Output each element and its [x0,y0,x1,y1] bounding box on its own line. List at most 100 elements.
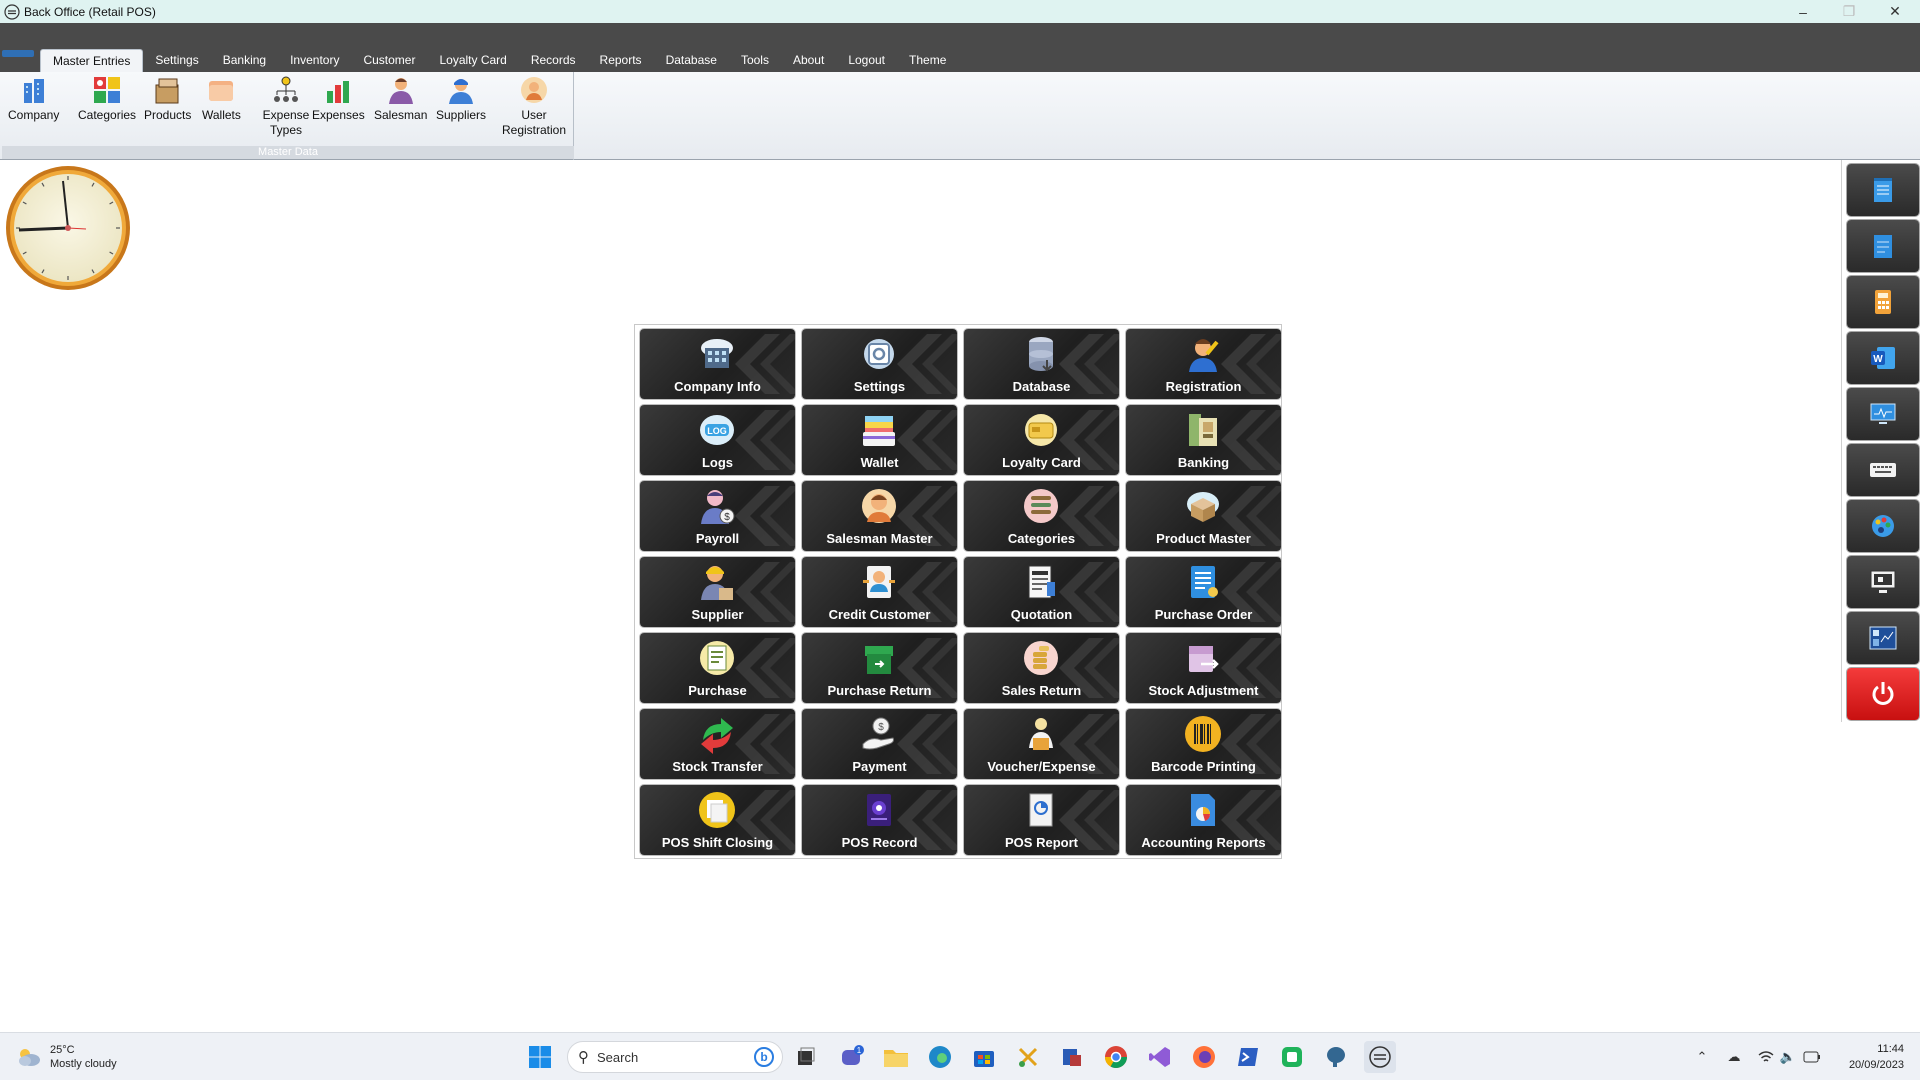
menu-tab-reports[interactable]: Reports [588,49,654,72]
tile-pos-report[interactable]: POS Report [964,785,1119,855]
tile-categories[interactable]: Categories [964,481,1119,551]
tile-payment[interactable]: $ Payment [802,709,957,779]
start-button[interactable] [524,1041,556,1073]
tile-voucher-expense[interactable]: Voucher/Expense [964,709,1119,779]
dock-button-paint[interactable] [1847,500,1919,552]
tile-quotation[interactable]: Quotation [964,557,1119,627]
back-office-app-icon[interactable] [1364,1041,1396,1073]
ribbon-button-expense-types[interactable]: Expense Types [254,75,318,138]
user-registration-icon [521,77,547,103]
chevron-up-icon[interactable]: ⌃ [1692,1047,1712,1067]
tile-banking[interactable]: Banking [1126,405,1281,475]
system-clock[interactable]: 11:44 20/09/2023 [1849,1041,1904,1073]
menu-tab-customer[interactable]: Customer [351,49,427,72]
tile-wallet[interactable]: Wallet [802,405,957,475]
dock-button-power[interactable] [1847,668,1919,720]
tile-label: Purchase Order [1154,607,1253,622]
ribbon-button-company[interactable]: Company [8,75,59,123]
tile-sales-return[interactable]: Sales Return [964,633,1119,703]
tile-accounting-reports[interactable]: Accounting Reports [1126,785,1281,855]
tile-product-master[interactable]: Product Master [1126,481,1281,551]
menu-tab-loyalty-card[interactable]: Loyalty Card [427,49,518,72]
menu-tab-database[interactable]: Database [654,49,729,72]
dock-button-monitor[interactable] [1847,388,1919,440]
menu-tab-settings[interactable]: Settings [143,49,210,72]
ribbon-button-label: Products [144,108,192,122]
weather-widget[interactable]: 25°C Mostly cloudy [16,1043,117,1071]
dock-button-notepad[interactable] [1847,164,1919,216]
file-explorer-icon[interactable] [880,1041,912,1073]
postgresql-icon[interactable] [1320,1041,1352,1073]
visual-studio-icon[interactable] [1144,1041,1176,1073]
menu-tabs: Master Entries Settings Banking Inventory Cu… [40,49,958,72]
wifi-icon[interactable] [1756,1047,1776,1067]
edge-browser-icon[interactable] [924,1041,956,1073]
ribbon-button-categories[interactable]: Categories [78,75,136,123]
menu-tab-logout[interactable]: Logout [836,49,897,72]
green-app-icon[interactable] [1276,1041,1308,1073]
tile-logs[interactable]: LOG Logs [640,405,795,475]
menu-tab-theme[interactable]: Theme [897,49,958,72]
ribbon-button-products[interactable]: Products [144,75,191,123]
tile-barcode-printing[interactable]: Barcode Printing [1126,709,1281,779]
application-menu-button[interactable] [2,50,34,57]
paint-icon [1872,515,1894,537]
menu-tab-banking[interactable]: Banking [211,49,278,72]
tile-purchase-order[interactable]: Purchase Order [1126,557,1281,627]
company-info-icon [701,339,733,368]
menu-tab-about[interactable]: About [781,49,836,72]
menu-tab-tools[interactable]: Tools [729,49,781,72]
product-master-icon [1187,492,1219,522]
task-view-icon[interactable] [790,1041,822,1073]
ribbon-button-suppliers[interactable]: Suppliers [436,75,486,123]
payment-icon: $ [862,717,894,750]
dock-button-dashboard[interactable] [1847,612,1919,664]
dock-button-screen[interactable] [1847,556,1919,608]
volume-icon[interactable]: 🔈 [1778,1047,1798,1067]
sql-server-icon[interactable] [1056,1041,1088,1073]
menu-tab-inventory[interactable]: Inventory [278,49,351,72]
snipping-tool-icon[interactable] [1012,1041,1044,1073]
battery-icon[interactable] [1802,1047,1822,1067]
tile-payroll[interactable]: $ Payroll [640,481,795,551]
title-bar: Back Office (Retail POS) – ❐ ✕ [0,0,1920,23]
dock-button-calculator[interactable] [1847,276,1919,328]
ribbon-button-salesman[interactable]: Salesman [374,75,427,123]
tile-purchase-return[interactable]: Purchase Return [802,633,957,703]
dock-button-word[interactable]: W [1847,332,1919,384]
tile-supplier[interactable]: Supplier [640,557,795,627]
chat-app-icon[interactable]: 1 [836,1041,868,1073]
taskbar-search[interactable]: ⚲ Search b [567,1041,783,1073]
maximize-button[interactable]: ❐ [1826,0,1872,23]
chrome-browser-icon[interactable] [1100,1041,1132,1073]
microsoft-store-icon[interactable] [968,1041,1000,1073]
tile-pos-record[interactable]: POS Record [802,785,957,855]
firefox-browser-icon[interactable] [1188,1041,1220,1073]
tile-label: Logs [701,455,734,470]
tile-purchase[interactable]: Purchase [640,633,795,703]
menu-tab-records[interactable]: Records [519,49,588,72]
menu-tab-master-entries[interactable]: Master Entries [40,49,144,72]
tile-database[interactable]: Database [964,329,1119,399]
minimize-button[interactable]: – [1780,0,1826,23]
stock-adjustment-icon [1189,646,1219,672]
close-button[interactable]: ✕ [1872,0,1918,23]
tile-stock-transfer[interactable]: Stock Transfer [640,709,795,779]
tile-credit-customer[interactable]: Credit Customer [802,557,957,627]
tile-loyalty-card[interactable]: Loyalty Card [964,405,1119,475]
ribbon-button-user-registration[interactable]: User Registration [502,75,566,138]
tile-salesman-master[interactable]: Salesman Master [802,481,957,551]
tile-settings[interactable]: Settings [802,329,957,399]
tile-stock-adjustment[interactable]: Stock Adjustment [1126,633,1281,703]
dock-button-notes[interactable] [1847,220,1919,272]
tile-pos-shift-closing[interactable]: POS Shift Closing [640,785,795,855]
tile-label: Registration [1165,379,1242,394]
powershell-icon[interactable] [1232,1041,1264,1073]
tile-registration[interactable]: Registration [1126,329,1281,399]
onedrive-cloud-icon[interactable]: ☁ [1724,1047,1744,1067]
ribbon-button-label: Expenses [312,108,365,122]
ribbon-button-wallets[interactable]: Wallets [202,75,241,123]
dock-button-keyboard[interactable] [1847,444,1919,496]
tile-company-info[interactable]: Company Info [640,329,795,399]
ribbon-button-expenses[interactable]: Expenses [312,75,365,123]
